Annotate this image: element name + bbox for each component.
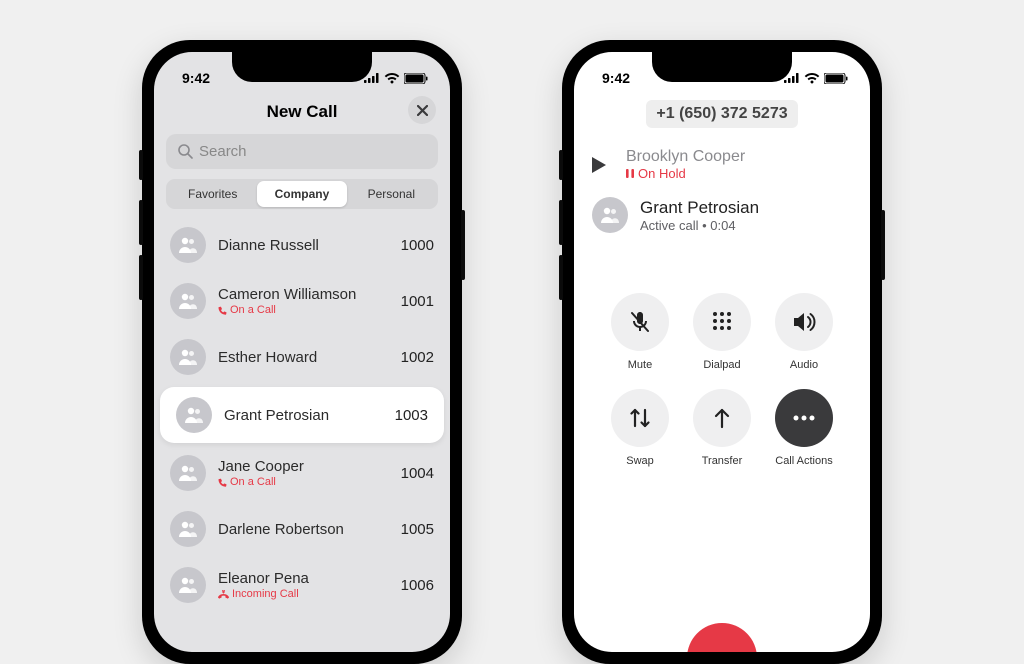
battery-icon (824, 73, 848, 84)
close-icon (417, 105, 428, 116)
tab-favorites[interactable]: Favorites (168, 181, 257, 207)
contact-row[interactable]: Cameron WilliamsonOn a Call 1001 (154, 273, 450, 329)
contact-name: Esther Howard (218, 349, 389, 366)
page-title: New Call (267, 102, 338, 122)
contact-extension: 1004 (401, 465, 434, 482)
audio-button[interactable]: Audio (768, 293, 840, 371)
dialpad-icon (693, 293, 751, 351)
call-actions-button[interactable]: Call Actions (768, 389, 840, 467)
contact-row[interactable]: Esther Howard 1002 (154, 329, 450, 385)
mute-icon (611, 293, 669, 351)
call-actions-grid: Mute Dialpad Audio Swap Transfer Call Actions (574, 293, 870, 467)
audio-icon (775, 293, 833, 351)
status-icons (784, 73, 848, 84)
avatar-icon (170, 511, 206, 547)
tab-company[interactable]: Company (257, 181, 346, 207)
contact-row[interactable]: Dianne Russell 1000 (154, 217, 450, 273)
header: New Call (154, 96, 450, 134)
contact-row[interactable]: Grant Petrosian 1003 (160, 387, 444, 443)
active-status: Active call • 0:04 (640, 218, 759, 233)
contact-extension: 1005 (401, 521, 434, 538)
avatar-icon (170, 283, 206, 319)
swap-icon (611, 389, 669, 447)
battery-icon (404, 73, 428, 84)
close-button[interactable] (408, 96, 436, 124)
avatar-icon (176, 397, 212, 433)
contact-name: Dianne Russell (218, 237, 389, 254)
button-label: Mute (628, 359, 652, 371)
transfer-icon (693, 389, 751, 447)
end-call-button[interactable] (687, 623, 757, 652)
contact-name: Jane Cooper (218, 458, 389, 475)
contact-row[interactable]: Eleanor PenaIncoming Call 1006 (154, 557, 450, 613)
contact-name: Eleanor Pena (218, 570, 389, 587)
call-active[interactable]: Grant Petrosian Active call • 0:04 (574, 191, 870, 243)
contact-extension: 1001 (401, 293, 434, 310)
contact-status: On a Call (218, 304, 389, 316)
play-icon (592, 157, 614, 173)
pause-icon (626, 169, 634, 178)
button-label: Call Actions (775, 455, 832, 467)
swap-button[interactable]: Swap (604, 389, 676, 467)
status-time: 9:42 (602, 70, 630, 86)
avatar-icon (170, 227, 206, 263)
avatar-icon (170, 455, 206, 491)
status-icons (364, 73, 428, 84)
transfer-button[interactable]: Transfer (686, 389, 758, 467)
contact-name: Grant Petrosian (224, 407, 383, 424)
dialed-number: +1 (650) 372 5273 (646, 100, 797, 128)
call-on-hold[interactable]: Brooklyn Cooper On Hold (574, 142, 870, 191)
contact-list[interactable]: Dianne Russell1000Cameron WilliamsonOn a… (154, 217, 450, 613)
phone-left: 9:42 New Call Search Favorites Company P… (142, 40, 462, 664)
contact-extension: 1003 (395, 407, 428, 424)
button-label: Audio (790, 359, 818, 371)
contact-name: Darlene Robertson (218, 521, 389, 538)
button-label: Swap (626, 455, 654, 467)
contact-row[interactable]: Jane CooperOn a Call 1004 (154, 445, 450, 501)
avatar-icon (170, 567, 206, 603)
wifi-icon (804, 73, 820, 84)
contact-extension: 1000 (401, 237, 434, 254)
avatar-icon (592, 197, 628, 233)
hold-caller-name: Brooklyn Cooper (626, 148, 745, 166)
more-icon (775, 389, 833, 447)
contact-extension: 1006 (401, 577, 434, 594)
status-time: 9:42 (182, 70, 210, 86)
hold-status: On Hold (626, 166, 745, 181)
contact-name: Cameron Williamson (218, 286, 389, 303)
wifi-icon (384, 73, 400, 84)
contact-status: Incoming Call (218, 588, 389, 600)
mute-button[interactable]: Mute (604, 293, 676, 371)
avatar-icon (170, 339, 206, 375)
phone-right: 9:42 +1 (650) 372 5273 Brooklyn Cooper O… (562, 40, 882, 664)
contact-status: On a Call (218, 476, 389, 488)
button-label: Dialpad (703, 359, 740, 371)
contact-row[interactable]: Darlene Robertson 1005 (154, 501, 450, 557)
search-icon (178, 144, 193, 159)
search-input[interactable]: Search (166, 134, 438, 169)
tab-personal[interactable]: Personal (347, 181, 436, 207)
dialpad-button[interactable]: Dialpad (686, 293, 758, 371)
segmented-control: Favorites Company Personal (166, 179, 438, 209)
active-caller-name: Grant Petrosian (640, 198, 759, 218)
contact-extension: 1002 (401, 349, 434, 366)
search-placeholder: Search (199, 143, 247, 160)
button-label: Transfer (702, 455, 743, 467)
